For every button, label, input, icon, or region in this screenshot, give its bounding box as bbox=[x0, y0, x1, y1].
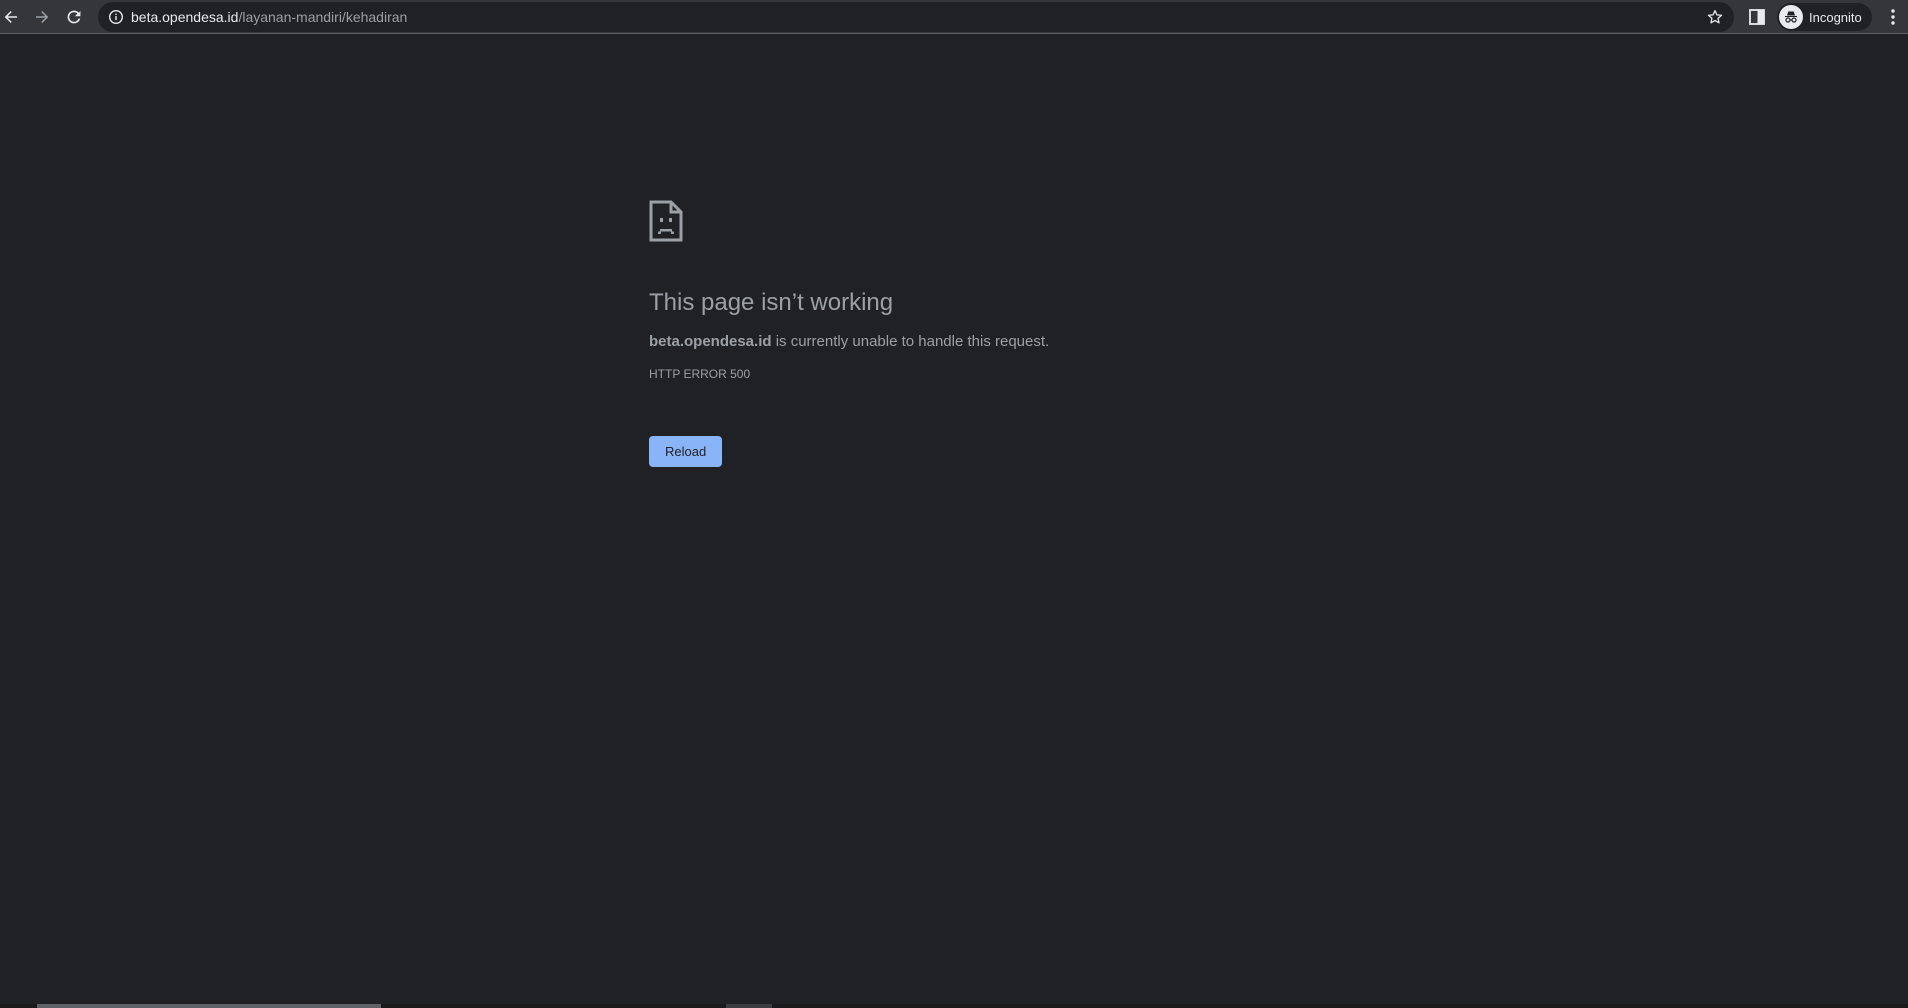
back-button[interactable] bbox=[0, 4, 24, 30]
scrollbar-thumb[interactable] bbox=[37, 1004, 381, 1008]
incognito-icon bbox=[1779, 5, 1803, 29]
error-host: beta.opendesa.id bbox=[649, 333, 772, 350]
error-content: This page isn’t working beta.opendesa.id… bbox=[649, 200, 1349, 467]
error-title: This page isn’t working bbox=[649, 289, 894, 316]
side-panel-icon[interactable] bbox=[1747, 7, 1767, 27]
reload-icon bbox=[67, 10, 81, 24]
url-host: beta.opendesa.id bbox=[131, 9, 239, 25]
error-code: HTTP ERROR 500 bbox=[649, 367, 751, 381]
address-bar[interactable]: beta.opendesa.id/layanan-mandiri/kehadir… bbox=[98, 2, 1734, 32]
incognito-profile-button[interactable]: Incognito bbox=[1777, 3, 1872, 31]
info-icon[interactable] bbox=[108, 9, 124, 25]
reload-page-button[interactable] bbox=[61, 4, 87, 30]
browser-toolbar: beta.opendesa.id/layanan-mandiri/kehadir… bbox=[0, 0, 1908, 34]
address-url[interactable]: beta.opendesa.id/layanan-mandiri/kehadir… bbox=[131, 9, 407, 25]
url-path: /layanan-mandiri/kehadiran bbox=[238, 9, 408, 25]
back-arrow-icon bbox=[4, 11, 17, 23]
error-description: beta.opendesa.id is currently unable to … bbox=[649, 332, 1349, 352]
star-icon[interactable] bbox=[1706, 8, 1724, 26]
scrollbar-track-segment bbox=[726, 1004, 772, 1008]
error-description-text: is currently unable to handle this reque… bbox=[771, 333, 1050, 350]
reload-button[interactable]: Reload bbox=[649, 436, 723, 467]
horizontal-scrollbar[interactable] bbox=[0, 1004, 1908, 1008]
forward-arrow-icon bbox=[36, 11, 49, 23]
sad-page-icon bbox=[649, 200, 683, 242]
kebab-menu-icon[interactable] bbox=[1882, 6, 1904, 28]
profile-label: Incognito bbox=[1809, 9, 1862, 25]
forward-button[interactable] bbox=[29, 4, 55, 30]
